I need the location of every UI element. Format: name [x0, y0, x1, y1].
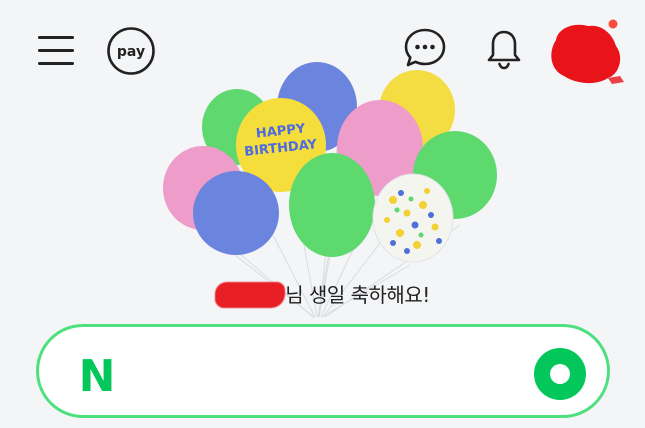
pay-label: pay: [117, 44, 145, 60]
notification-dot: [608, 19, 618, 29]
pay-icon[interactable]: pay: [106, 26, 156, 76]
birthday-greeting: 님 생일 축하해요!: [0, 279, 645, 308]
birthday-greeting-text: 님 생일 축하해요!: [285, 283, 430, 307]
avatar[interactable]: [546, 18, 626, 88]
green-search-lens-icon[interactable]: [533, 347, 587, 401]
naver-logo-icon[interactable]: N: [73, 356, 121, 394]
menu-icon[interactable]: [36, 32, 76, 68]
naver-logo-letter: N: [79, 356, 116, 394]
search-bar[interactable]: N: [36, 324, 610, 418]
search-input[interactable]: [139, 347, 523, 399]
redacted-user-name: [215, 282, 286, 308]
